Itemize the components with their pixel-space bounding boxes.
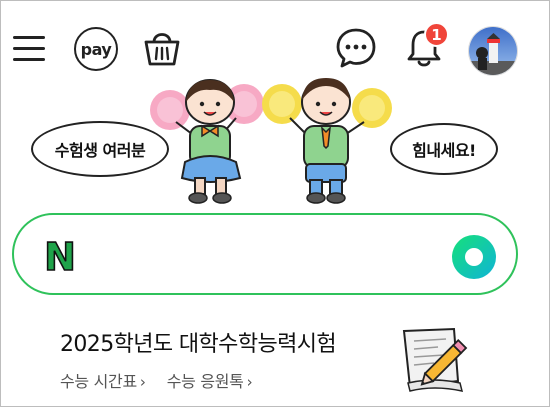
csat-title[interactable]: 2025학년도 대학수학능력시험 (60, 326, 337, 358)
notification-badge: 1 (424, 22, 449, 47)
green-search-icon[interactable] (451, 234, 497, 280)
chat-bubble-icon (336, 28, 376, 68)
speech-bubble-right-text: 힘내세요! (412, 141, 476, 160)
naver-logo-icon: N (43, 236, 76, 276)
speech-bubble-left-text: 수험생 여러분 (54, 141, 146, 160)
hamburger-icon (13, 36, 45, 61)
csat-links: 수능 시간표 › 수능 응원톡 › (60, 368, 268, 392)
chat-button[interactable] (334, 26, 378, 70)
chevron-right-icon: › (246, 373, 253, 391)
search-box[interactable]: N (12, 213, 518, 295)
boy-character (262, 78, 392, 204)
pay-label: pay (80, 39, 112, 59)
chevron-right-icon: › (139, 373, 146, 391)
cheering-students-illustration (150, 78, 392, 204)
csat-cheer-talk-link[interactable]: 수능 응원톡 › (167, 372, 253, 391)
profile-avatar[interactable] (468, 26, 518, 76)
csat-schedule-link[interactable]: 수능 시간표 › (60, 372, 146, 391)
exam-paper-pencil-illustration (402, 327, 468, 392)
avatar-image (469, 27, 517, 75)
pay-button[interactable]: pay (74, 27, 118, 71)
menu-button[interactable] (12, 31, 48, 67)
search-input[interactable] (104, 229, 448, 281)
speech-bubble-right: 힘내세요! (390, 123, 498, 175)
csat-cheer-banner[interactable]: 수험생 여러분 힘내세요! (0, 74, 550, 214)
girl-character (150, 79, 264, 204)
shopping-button[interactable] (142, 26, 182, 68)
shopping-bag-icon (144, 33, 180, 66)
pay-icon: pay (74, 27, 118, 71)
svg-text:N: N (44, 236, 76, 276)
